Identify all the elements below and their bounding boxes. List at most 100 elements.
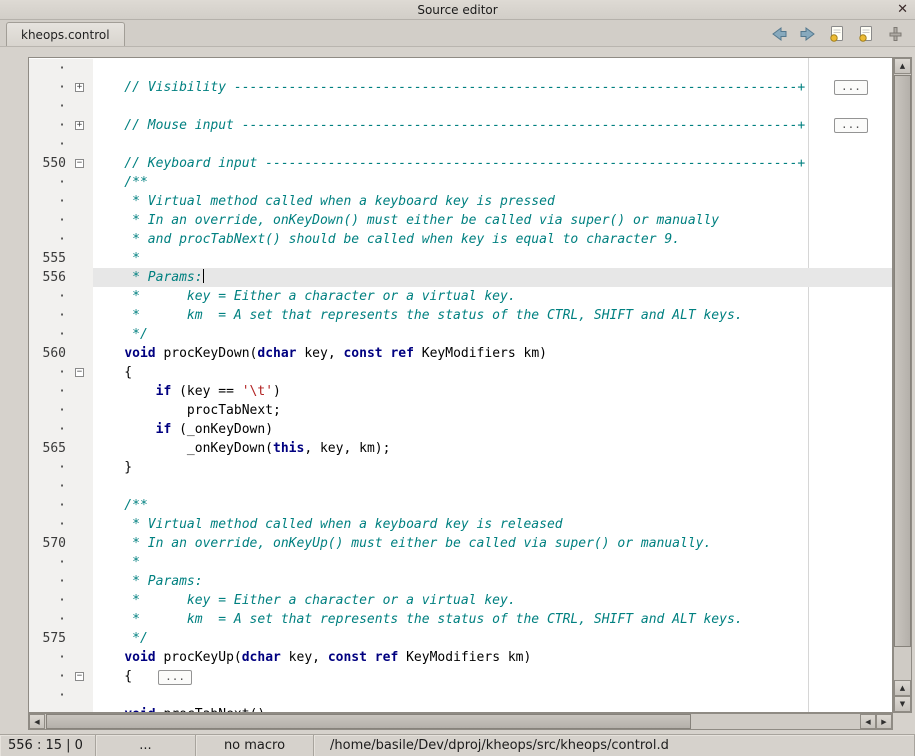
line-number: · [29,686,69,705]
code-line[interactable]: · * key = Either a character or a virtua… [29,287,892,306]
save-icon[interactable] [827,25,847,43]
fold-margin [69,249,93,268]
fold-margin [69,458,93,477]
titlebar: Source editor ✕ [0,0,915,20]
code-line[interactable]: · * Virtual method called when a keyboar… [29,192,892,211]
code-line[interactable]: · * km = A set that represents the statu… [29,306,892,325]
code-line[interactable]: · * In an override, onKeyDown() must eit… [29,211,892,230]
code-text: } [93,458,892,477]
code-text [93,477,892,496]
folded-region-ellipsis[interactable]: ... [834,80,868,95]
fold-expand-icon[interactable]: + [75,121,84,130]
code-line[interactable]: 550− // Keyboard input -----------------… [29,154,892,173]
fold-margin [69,420,93,439]
code-line[interactable]: · * and procTabNext() should be called w… [29,230,892,249]
code-line[interactable]: 575 */ [29,629,892,648]
code-text: void procTabNext() [93,705,892,713]
code-line[interactable]: · * Params: [29,572,892,591]
code-line[interactable]: ·+ // Mouse input ----------------------… [29,116,892,135]
code-text [93,59,892,78]
fold-margin [69,705,93,713]
line-number: · [29,97,69,116]
code-line[interactable]: · * key = Either a character or a virtua… [29,591,892,610]
scroll-up-icon[interactable]: ▲ [894,58,911,74]
code-line[interactable]: · * km = A set that represents the statu… [29,610,892,629]
code-line[interactable]: · /** [29,496,892,515]
folded-code-ellipsis[interactable]: ... [158,670,192,685]
save-as-icon[interactable] [856,25,876,43]
code-line[interactable]: · procTabNext; [29,401,892,420]
code-text: * Virtual method called when a keyboard … [93,515,892,534]
dock-icon[interactable] [885,25,905,43]
code-line[interactable]: ·− { [29,363,892,382]
code-line[interactable]: 556 * Params: [29,268,892,287]
nav-back-icon[interactable] [769,25,789,43]
code-line[interactable]: · if (key == '\t') [29,382,892,401]
line-number: · [29,135,69,154]
code-line[interactable]: 555 * [29,249,892,268]
code-line[interactable]: 570 * In an override, onKeyUp() must eit… [29,534,892,553]
file-path: /home/basile/Dev/dproj/kheops/src/kheops… [314,735,915,756]
code-line[interactable]: · */ [29,325,892,344]
close-icon[interactable]: ✕ [897,2,908,17]
fold-margin [69,268,93,287]
code-line[interactable]: 565 _onKeyDown(this, key, km); [29,439,892,458]
code-line[interactable]: · } [29,458,892,477]
fold-margin [69,325,93,344]
code-line[interactable]: · void procTabNext() [29,705,892,713]
fold-collapse-icon[interactable]: − [75,368,84,377]
code-line[interactable]: · [29,686,892,705]
scroll-left2-icon[interactable]: ◀ [860,714,876,729]
fold-margin: − [69,154,93,173]
line-number: · [29,211,69,230]
fold-margin [69,515,93,534]
code-text: * key = Either a character or a virtual … [93,591,892,610]
code-line[interactable]: · * Virtual method called when a keyboar… [29,515,892,534]
line-number: · [29,325,69,344]
vertical-scroll-thumb[interactable] [894,75,911,647]
fold-expand-icon[interactable]: + [75,83,84,92]
fold-margin [69,401,93,420]
code-line[interactable]: · void procKeyUp(dchar key, const ref Ke… [29,648,892,667]
tab-kheops-control[interactable]: kheops.control [6,22,125,46]
fold-margin [69,306,93,325]
code-line[interactable]: · [29,97,892,116]
horizontal-scrollbar[interactable]: ◀ ◀ ▶ [28,713,893,730]
fold-margin: + [69,78,93,97]
code-text: // Visibility --------------------------… [93,78,892,97]
code-line[interactable]: · if (_onKeyDown) [29,420,892,439]
nav-forward-icon[interactable] [798,25,818,43]
line-number: · [29,610,69,629]
horizontal-scroll-thumb[interactable] [46,714,691,729]
fold-margin [69,211,93,230]
line-number: · [29,230,69,249]
code-line[interactable]: · [29,135,892,154]
vertical-scrollbar[interactable]: ▲ ▲ ▼ [893,57,912,713]
scroll-left-icon[interactable]: ◀ [29,714,45,729]
code-text [93,686,892,705]
code-text: _onKeyDown(this, key, km); [93,439,892,458]
code-text: */ [93,629,892,648]
code-line[interactable]: ·+ // Visibility -----------------------… [29,78,892,97]
code-line[interactable]: ·− {... [29,667,892,686]
fold-collapse-icon[interactable]: − [75,159,84,168]
scroll-down-icon[interactable]: ▼ [894,696,911,712]
scroll-up2-icon[interactable]: ▲ [894,680,911,696]
code-line[interactable]: · [29,59,892,78]
code-line[interactable]: 560 void procKeyDown(dchar key, const re… [29,344,892,363]
status-bar: 556 : 15 | 0 ... no macro /home/basile/D… [0,734,915,756]
code-area[interactable]: ··+ // Visibility ----------------------… [29,58,892,712]
line-number: · [29,458,69,477]
line-number: · [29,420,69,439]
scroll-right-icon[interactable]: ▶ [876,714,892,729]
code-editor[interactable]: ··+ // Visibility ----------------------… [28,57,893,713]
fold-collapse-icon[interactable]: − [75,672,84,681]
code-line[interactable]: · /** [29,173,892,192]
fold-margin [69,629,93,648]
line-number: · [29,572,69,591]
code-line[interactable]: · [29,477,892,496]
code-text: void procKeyDown(dchar key, const ref Ke… [93,344,892,363]
code-line[interactable]: · * [29,553,892,572]
folded-region-ellipsis[interactable]: ... [834,118,868,133]
line-number: 560 [29,344,69,363]
